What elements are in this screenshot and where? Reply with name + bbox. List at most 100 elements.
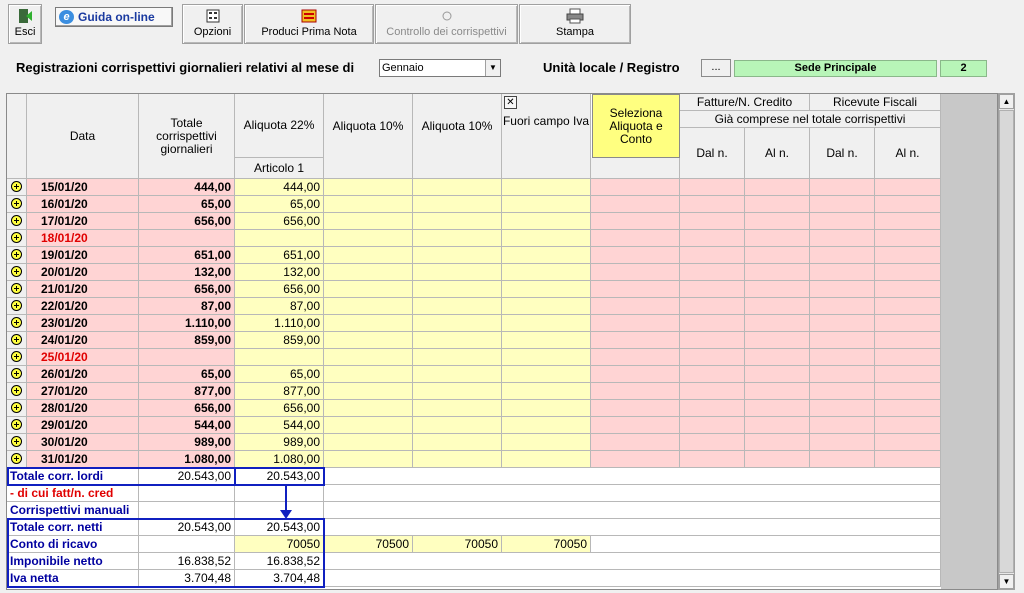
aliquota10b-cell[interactable] — [413, 247, 502, 264]
aliquota10a-cell[interactable] — [324, 230, 413, 247]
ricevute-dal-cell[interactable] — [810, 451, 875, 468]
conto-aliquota10a[interactable]: 70500 — [324, 536, 413, 553]
ricevute-al-cell[interactable] — [875, 383, 941, 400]
totale-cell[interactable]: 877,00 — [139, 383, 235, 400]
fuori-campo-cell[interactable] — [502, 417, 591, 434]
ricevute-dal-cell[interactable] — [810, 230, 875, 247]
fuori-campo-cell[interactable] — [502, 179, 591, 196]
fuori-campo-cell[interactable] — [502, 349, 591, 366]
table-row[interactable]: 23/01/20 1.110,00 1.110,00 — [7, 315, 941, 332]
ricevute-al-cell[interactable] — [875, 366, 941, 383]
expand-button[interactable] — [7, 332, 27, 349]
table-row[interactable]: 27/01/20 877,00 877,00 — [7, 383, 941, 400]
expand-button[interactable] — [7, 434, 27, 451]
plus-icon[interactable] — [11, 334, 22, 345]
opzioni-button[interactable]: Opzioni — [182, 4, 243, 44]
scroll-thumb[interactable] — [999, 110, 1014, 573]
ricevute-al-cell[interactable] — [875, 349, 941, 366]
aliquota10b-cell[interactable] — [413, 366, 502, 383]
fatture-dal-cell[interactable] — [680, 196, 745, 213]
fatture-al-cell[interactable] — [745, 281, 810, 298]
ricevute-dal-cell[interactable] — [810, 298, 875, 315]
aliquota10a-cell[interactable] — [324, 247, 413, 264]
table-row[interactable]: 16/01/20 65,00 65,00 — [7, 196, 941, 213]
controllo-corrispettivi-button[interactable]: Controllo dei corrispettivi — [375, 4, 518, 44]
plus-icon[interactable] — [11, 317, 22, 328]
seleziona-aliquota-button[interactable]: Seleziona Aliquota e Conto — [592, 94, 680, 158]
fatture-al-cell[interactable] — [745, 315, 810, 332]
plus-icon[interactable] — [11, 436, 22, 447]
aliquota22-cell[interactable]: 656,00 — [235, 400, 324, 417]
totale-cell[interactable] — [139, 230, 235, 247]
aliquota22-cell[interactable]: 65,00 — [235, 196, 324, 213]
conto-aliquota10b[interactable]: 70050 — [413, 536, 502, 553]
ricevute-al-cell[interactable] — [875, 179, 941, 196]
totale-cell[interactable]: 65,00 — [139, 196, 235, 213]
aliquota10a-cell[interactable] — [324, 349, 413, 366]
aliquota10a-cell[interactable] — [324, 451, 413, 468]
aliquota22-cell[interactable]: 877,00 — [235, 383, 324, 400]
expand-button[interactable] — [7, 179, 27, 196]
fuori-campo-cell[interactable] — [502, 247, 591, 264]
plus-icon[interactable] — [11, 402, 22, 413]
aliquota22-cell[interactable]: 444,00 — [235, 179, 324, 196]
fatture-al-cell[interactable] — [745, 179, 810, 196]
aliquota10b-cell[interactable] — [413, 196, 502, 213]
fatture-al-cell[interactable] — [745, 383, 810, 400]
fatture-dal-cell[interactable] — [680, 383, 745, 400]
fatture-al-cell[interactable] — [745, 451, 810, 468]
fatture-al-cell[interactable] — [745, 400, 810, 417]
aliquota10b-cell[interactable] — [413, 298, 502, 315]
conto-aliquota22[interactable]: 70050 — [235, 536, 324, 553]
fatture-dal-cell[interactable] — [680, 179, 745, 196]
aliquota22-cell[interactable]: 656,00 — [235, 213, 324, 230]
table-row[interactable]: 31/01/20 1.080,00 1.080,00 — [7, 451, 941, 468]
plus-icon[interactable] — [11, 300, 22, 311]
month-select[interactable]: Gennaio ▼ — [379, 59, 501, 77]
ricevute-dal-cell[interactable] — [810, 383, 875, 400]
ricevute-dal-cell[interactable] — [810, 400, 875, 417]
expand-button[interactable] — [7, 417, 27, 434]
fatture-dal-cell[interactable] — [680, 434, 745, 451]
totale-cell[interactable]: 651,00 — [139, 247, 235, 264]
plus-icon[interactable] — [11, 385, 22, 396]
fatture-dal-cell[interactable] — [680, 281, 745, 298]
totale-cell[interactable]: 65,00 — [139, 366, 235, 383]
close-icon[interactable]: ✕ — [504, 96, 517, 109]
totale-cell[interactable]: 87,00 — [139, 298, 235, 315]
expand-button[interactable] — [7, 298, 27, 315]
aliquota22-cell[interactable]: 544,00 — [235, 417, 324, 434]
aliquota22-cell[interactable]: 651,00 — [235, 247, 324, 264]
totale-cell[interactable]: 656,00 — [139, 213, 235, 230]
table-row[interactable]: 28/01/20 656,00 656,00 — [7, 400, 941, 417]
fatture-dal-cell[interactable] — [680, 213, 745, 230]
table-row[interactable]: 26/01/20 65,00 65,00 — [7, 366, 941, 383]
ricevute-al-cell[interactable] — [875, 332, 941, 349]
fatture-dal-cell[interactable] — [680, 230, 745, 247]
ricevute-al-cell[interactable] — [875, 451, 941, 468]
plus-icon[interactable] — [11, 249, 22, 260]
totale-cell[interactable]: 859,00 — [139, 332, 235, 349]
ricevute-al-cell[interactable] — [875, 247, 941, 264]
conto-fuori-campo[interactable]: 70050 — [502, 536, 591, 553]
aliquota10b-cell[interactable] — [413, 332, 502, 349]
expand-button[interactable] — [7, 383, 27, 400]
aliquota10b-cell[interactable] — [413, 417, 502, 434]
fatture-al-cell[interactable] — [745, 417, 810, 434]
ricevute-al-cell[interactable] — [875, 230, 941, 247]
fuori-campo-cell[interactable] — [502, 230, 591, 247]
esci-button[interactable]: Esci — [8, 4, 42, 44]
aliquota22-cell[interactable]: 65,00 — [235, 366, 324, 383]
table-row[interactable]: 20/01/20 132,00 132,00 — [7, 264, 941, 281]
expand-button[interactable] — [7, 400, 27, 417]
plus-icon[interactable] — [11, 453, 22, 464]
aliquota22-cell[interactable] — [235, 349, 324, 366]
ricevute-al-cell[interactable] — [875, 417, 941, 434]
fuori-campo-cell[interactable] — [502, 332, 591, 349]
aliquota10a-cell[interactable] — [324, 179, 413, 196]
expand-button[interactable] — [7, 451, 27, 468]
ricevute-dal-cell[interactable] — [810, 264, 875, 281]
aliquota10b-cell[interactable] — [413, 400, 502, 417]
aliquota10a-cell[interactable] — [324, 213, 413, 230]
ricevute-dal-cell[interactable] — [810, 247, 875, 264]
